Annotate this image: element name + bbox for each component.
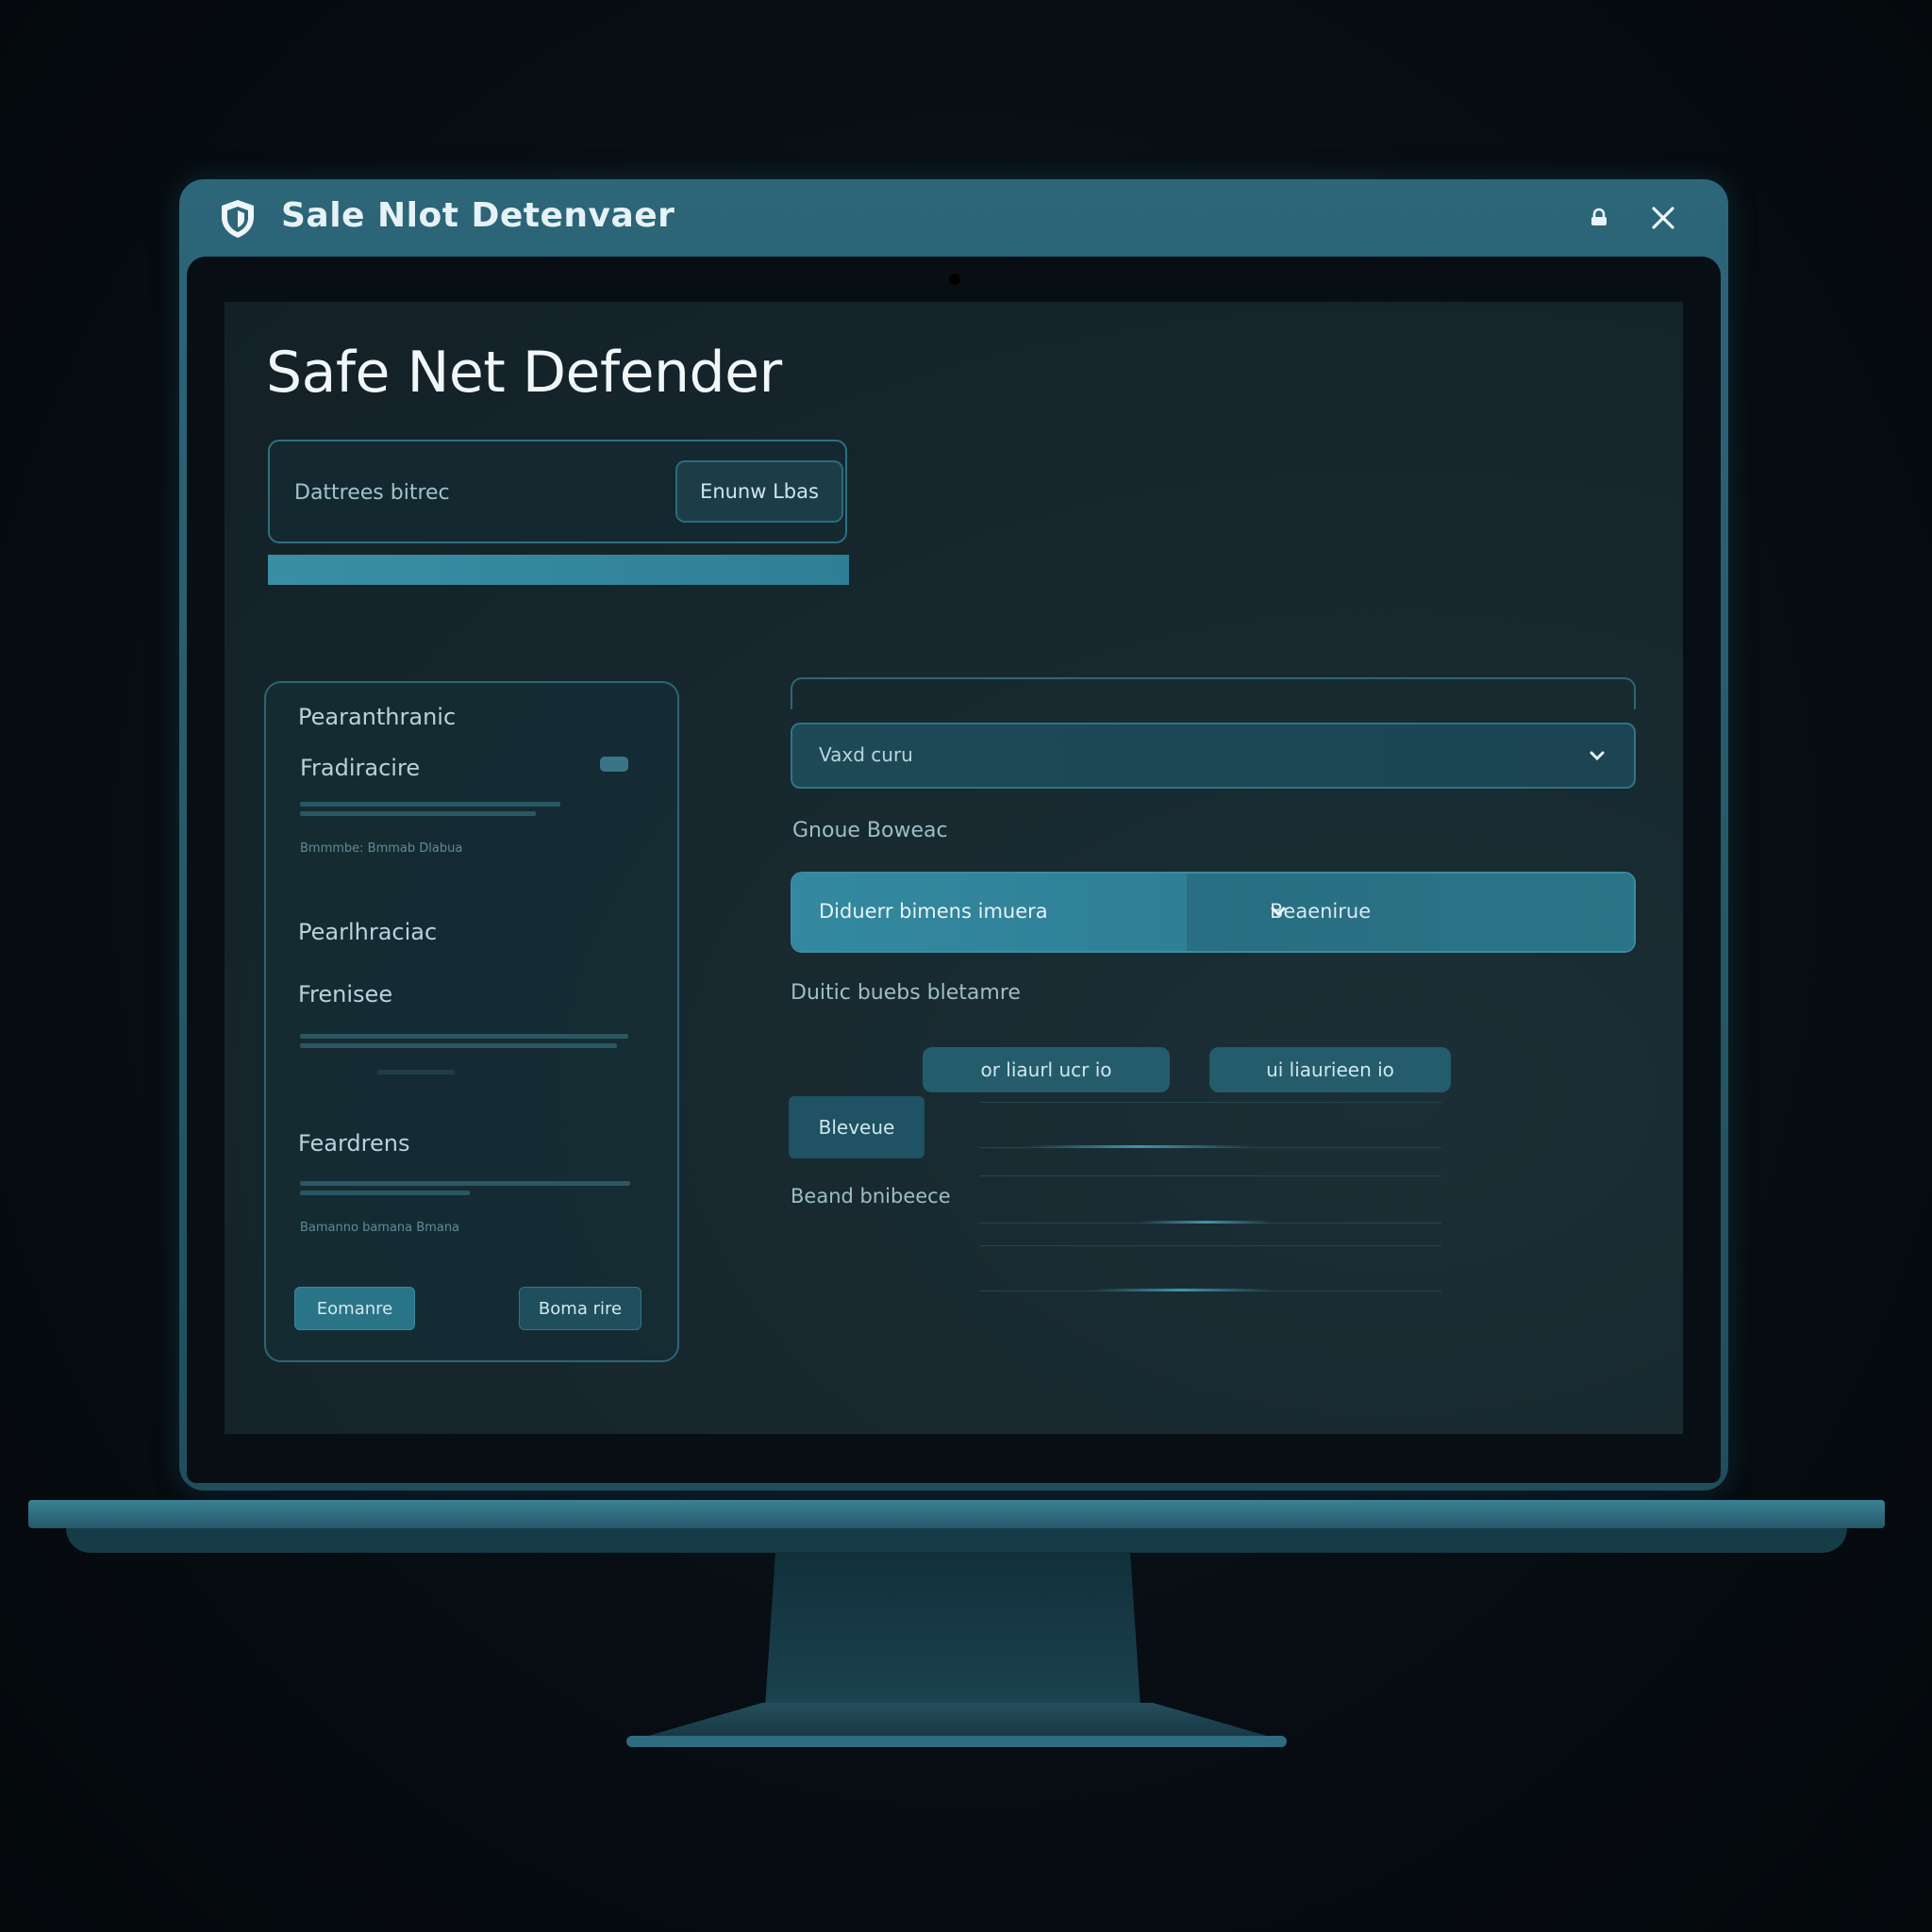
list-row-line (979, 1245, 1441, 1246)
category-select[interactable]: Vaxd curu (791, 723, 1636, 789)
list-row-line (979, 1175, 1441, 1176)
section-label: Beand bnibeece (791, 1185, 951, 1208)
chevron-down-icon (1270, 902, 1287, 919)
card-section-title: Frenisee (298, 981, 393, 1008)
window-title: Sale Nlot Detenvaer (281, 196, 675, 235)
scan-progress-bar (268, 555, 849, 585)
monitor-stand-foot (626, 1736, 1287, 1747)
text-line (300, 811, 536, 816)
card-secondary-button[interactable]: Boma rire (519, 1287, 641, 1330)
section-label: Duitic buebs bletamre (791, 981, 1021, 1005)
scan-panel-label: Dattrees bitrec (294, 481, 450, 505)
text-line (377, 1070, 455, 1074)
page-title: Safe Net Defender (266, 340, 782, 406)
protection-card: Pearanthranic Fradiracire Bmmmbe: Bmmab … (264, 681, 679, 1362)
mode-select-right: Beaenirue (1187, 874, 1634, 951)
card-heading: Pearanthranic (298, 704, 457, 730)
mode-select[interactable]: Diduerr bimens imuera Beaenirue (791, 872, 1636, 953)
card-section-title: Pearlhraciac (298, 919, 438, 945)
activity-list (979, 1102, 1441, 1291)
option-pill-1[interactable]: or liaurl ucr io (923, 1047, 1170, 1092)
list-row-accent (1140, 1221, 1272, 1224)
text-line (300, 1191, 470, 1195)
card-section-title: Fradiracire (300, 755, 421, 781)
mode-select-left: Diduerr bimens imuera (792, 874, 1187, 951)
lock-icon[interactable] (1575, 194, 1623, 242)
mode-select-left-label: Diduerr bimens imuera (819, 900, 1048, 923)
text-line (300, 1181, 630, 1186)
webcam (949, 274, 960, 285)
monitor-stand-base (632, 1703, 1283, 1740)
section-label: Gnoue Boweac (792, 819, 948, 842)
wallet-icon (600, 757, 628, 772)
shield-icon (219, 198, 257, 240)
review-button[interactable]: Bleveue (789, 1096, 924, 1158)
scan-panel: Dattrees bitrec Enunw Lbas (268, 440, 847, 543)
scan-button[interactable]: Enunw Lbas (675, 460, 843, 523)
list-row-line (979, 1102, 1441, 1103)
right-panel-header (791, 677, 1636, 709)
scan-progress-fill (268, 555, 849, 585)
text-line (300, 1034, 628, 1039)
category-select-value: Vaxd curu (819, 743, 913, 766)
app-screen: Safe Net Defender Dattrees bitrec Enunw … (225, 302, 1683, 1434)
monitor-chin (28, 1500, 1885, 1528)
monitor-frame: Sale Nlot Detenvaer Safe Net Defender Da… (179, 179, 1728, 1491)
card-primary-button[interactable]: Eomanre (294, 1287, 415, 1330)
chevron-down-icon (1589, 747, 1606, 764)
close-icon[interactable] (1640, 194, 1687, 242)
card-caption: Bmmmbe: Bmmab Dlabua (300, 841, 463, 856)
monitor-chin-lip (66, 1528, 1847, 1553)
card-section-title: Feardrens (298, 1130, 410, 1157)
card-caption: Bamanno bamana Bmana (300, 1221, 460, 1235)
text-line (300, 802, 560, 807)
monitor-stand-neck (764, 1552, 1141, 1722)
text-line (300, 1043, 617, 1048)
list-row-accent (1092, 1289, 1272, 1291)
screen-bezel: Safe Net Defender Dattrees bitrec Enunw … (187, 257, 1721, 1483)
option-pill-2[interactable]: ui liaurieen io (1209, 1047, 1451, 1092)
window-titlebar: Sale Nlot Detenvaer (179, 179, 1728, 257)
list-row-accent (1026, 1145, 1253, 1148)
